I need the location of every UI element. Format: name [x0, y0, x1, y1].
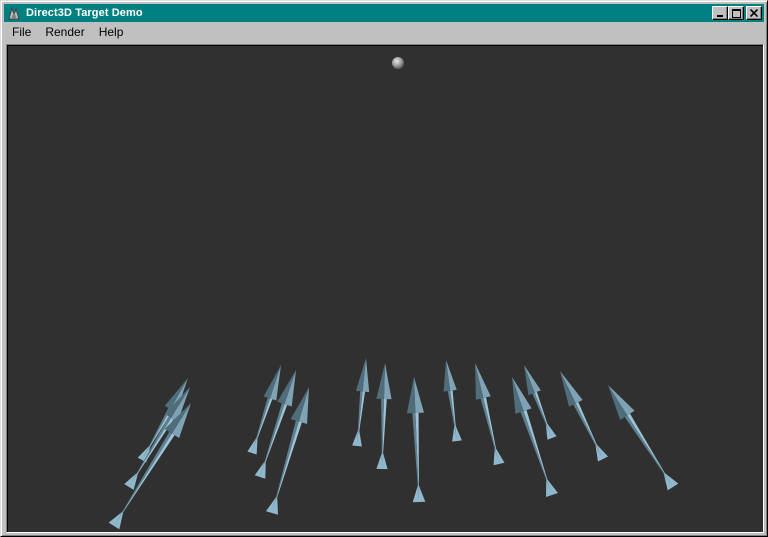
arrow-8	[376, 363, 392, 470]
menu-help[interactable]: Help	[93, 24, 130, 41]
maximize-button[interactable]	[728, 6, 744, 20]
menu-render[interactable]: Render	[39, 24, 90, 41]
maximize-icon	[731, 8, 741, 18]
arrow-11	[475, 363, 505, 466]
direct3d-app-icon[interactable]	[6, 5, 22, 21]
caption-buttons	[712, 6, 762, 20]
window-title: Direct3D Target Demo	[26, 7, 143, 19]
scene-canvas	[108, 57, 679, 530]
minimize-icon	[717, 15, 723, 17]
target-sphere	[392, 57, 404, 69]
arrow-6	[265, 387, 309, 515]
application-window: Direct3D Target Demo File Render Help	[0, 0, 768, 537]
arrow-10	[443, 360, 462, 442]
arrow-field	[108, 358, 679, 530]
arrow-14	[560, 371, 609, 462]
menu-file[interactable]: File	[6, 24, 37, 41]
close-button[interactable]	[746, 6, 762, 20]
render-viewport[interactable]	[6, 44, 764, 533]
arrow-7	[352, 358, 370, 447]
arrow-4	[247, 365, 281, 455]
title-bar[interactable]: Direct3D Target Demo	[4, 4, 764, 22]
minimize-button[interactable]	[712, 6, 728, 20]
arrow-3	[108, 403, 191, 530]
arrow-2	[124, 387, 190, 490]
menu-bar: File Render Help	[4, 23, 764, 42]
arrow-9	[406, 377, 426, 503]
arrow-15	[608, 385, 679, 491]
close-icon	[750, 9, 758, 17]
